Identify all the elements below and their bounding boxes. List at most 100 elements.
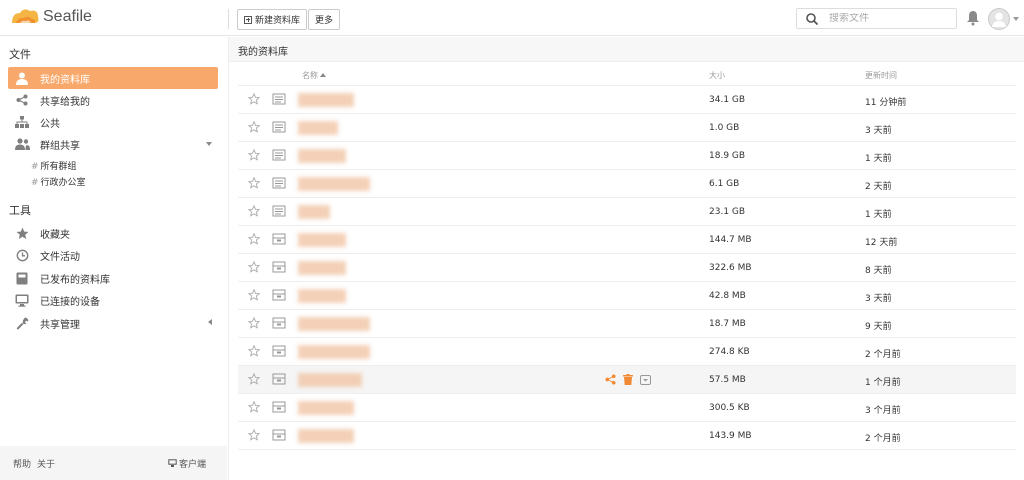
table-header: 名称 大小 更新时间: [238, 64, 1016, 86]
library-name[interactable]: [298, 429, 354, 443]
library-icon: [272, 317, 286, 329]
sidebar-item-shared-with-me[interactable]: 共享给我的: [8, 89, 218, 111]
table-row[interactable]: 143.9 MB 2 个月前: [238, 422, 1016, 450]
column-name-header[interactable]: 名称: [302, 70, 326, 81]
library-name[interactable]: [298, 149, 346, 163]
library-name[interactable]: [298, 317, 370, 331]
library-name[interactable]: [298, 177, 370, 191]
star-icon[interactable]: [248, 149, 260, 161]
about-link[interactable]: 关于: [37, 457, 55, 470]
group-icon: [14, 137, 30, 151]
row-operations: [605, 374, 658, 388]
monitor-icon: [14, 293, 30, 307]
client-link[interactable]: 客户端: [168, 457, 206, 470]
new-library-button[interactable]: 新建资料库: [237, 9, 308, 30]
chevron-down-icon[interactable]: [206, 142, 212, 146]
table-row[interactable]: 18.7 MB 9 天前: [238, 310, 1016, 338]
table-row[interactable]: 144.7 MB 12 天前: [238, 226, 1016, 254]
library-name[interactable]: [298, 261, 346, 275]
chevron-left-icon[interactable]: [208, 319, 212, 325]
table-row[interactable]: 6.1 GB 2 天前: [238, 170, 1016, 198]
more-button[interactable]: 更多: [308, 9, 341, 30]
table-row[interactable]: 34.1 GB 11 分钟前: [238, 86, 1016, 114]
table-row[interactable]: 1.0 GB 3 天前: [238, 114, 1016, 142]
table-row[interactable]: 300.5 KB 3 个月前: [238, 394, 1016, 422]
library-updated-time: 12 天前: [865, 238, 898, 248]
table-row[interactable]: 23.1 GB 1 天前: [238, 198, 1016, 226]
chevron-down-icon[interactable]: [1013, 17, 1019, 21]
sidebar-item-share-admin[interactable]: 共享管理: [8, 312, 218, 334]
share-icon[interactable]: [605, 374, 616, 388]
library-name[interactable]: [298, 205, 330, 219]
sidebar-item-favorites[interactable]: 收藏夹: [8, 222, 218, 244]
library-size: 144.7 MB: [709, 235, 752, 245]
avatar[interactable]: [988, 8, 1010, 30]
column-size-header[interactable]: 大小: [709, 70, 725, 81]
table-row[interactable]: 42.8 MB 3 天前: [238, 282, 1016, 310]
sidebar-item-linked-devices[interactable]: 已连接的设备: [8, 289, 218, 311]
new-library-label: 新建资料库: [255, 16, 301, 26]
tools-heading: 工具: [9, 204, 31, 217]
breadcrumb: 我的资料库: [229, 37, 1024, 62]
sidebar-item-label: 我的资料库: [40, 74, 90, 86]
sidebar-item-published-libraries[interactable]: 已发布的资料库: [8, 267, 218, 289]
column-time-header[interactable]: 更新时间: [865, 70, 897, 81]
table-row[interactable]: 18.9 GB 1 天前: [238, 142, 1016, 170]
search-box[interactable]: [796, 8, 957, 29]
table-row[interactable]: 274.8 KB 2 个月前: [238, 338, 1016, 366]
star-icon[interactable]: [248, 93, 260, 105]
trash-icon[interactable]: [623, 374, 633, 388]
star-icon[interactable]: [248, 205, 260, 217]
library-name[interactable]: [298, 93, 354, 107]
library-name[interactable]: [298, 233, 346, 247]
library-size: 23.1 GB: [709, 207, 746, 217]
library-name[interactable]: [298, 401, 354, 415]
library-name[interactable]: [298, 373, 362, 387]
sidebar-item-group-share[interactable]: 群组共享: [8, 133, 218, 155]
table-row[interactable]: 322.6 MB 8 天前: [238, 254, 1016, 282]
table-body: 34.1 GB 11 分钟前 1.0 GB 3 天前 18.9 GB 1 天前 6.1 GB…: [238, 86, 1016, 450]
library-updated-time: 9 天前: [865, 322, 892, 332]
library-updated-time: 1 个月前: [865, 378, 901, 388]
star-icon[interactable]: [248, 429, 260, 441]
history-icon: [14, 248, 30, 262]
library-updated-time: 2 个月前: [865, 350, 901, 360]
more-dropdown-icon[interactable]: [640, 374, 651, 388]
library-name[interactable]: [298, 121, 338, 135]
user-icon: [14, 71, 30, 85]
sidebar-subitem-admin-office[interactable]: # 行政办公室: [31, 175, 86, 188]
library-size: 18.7 MB: [709, 319, 746, 329]
star-icon[interactable]: [248, 177, 260, 189]
sidebar-subitem-all-groups[interactable]: # 所有群组: [31, 159, 77, 172]
star-icon[interactable]: [248, 261, 260, 273]
help-link[interactable]: 帮助: [13, 457, 31, 470]
library-icon: [272, 345, 286, 357]
library-icon: [272, 233, 286, 245]
hash-icon: #: [31, 162, 39, 172]
seafile-logo[interactable]: Seafile: [10, 7, 92, 27]
library-updated-time: 2 个月前: [865, 434, 901, 444]
main-panel: 我的资料库 名称 大小 更新时间 34.1 GB 11 分钟前 1.0 GB 3 天前…: [228, 37, 1024, 480]
search-input[interactable]: [829, 13, 949, 24]
header-divider: [228, 9, 229, 29]
table-row[interactable]: 57.5 MB 1 个月前: [238, 366, 1016, 394]
sidebar-item-file-activities[interactable]: 文件活动: [8, 244, 218, 266]
library-name[interactable]: [298, 289, 346, 303]
star-icon[interactable]: [248, 345, 260, 357]
sidebar-item-public[interactable]: 公共: [8, 111, 218, 133]
star-icon[interactable]: [248, 373, 260, 385]
search-icon: [806, 12, 819, 25]
bell-icon[interactable]: [966, 10, 980, 26]
star-icon[interactable]: [248, 233, 260, 245]
star-icon[interactable]: [248, 289, 260, 301]
star-icon[interactable]: [248, 317, 260, 329]
more-label: 更多: [315, 16, 334, 26]
library-icon: [272, 93, 286, 105]
library-name[interactable]: [298, 345, 370, 359]
star-icon[interactable]: [248, 121, 260, 133]
sidebar-item-label: 已发布的资料库: [40, 274, 110, 286]
sidebar-footer: 帮助 关于 客户端: [0, 446, 227, 480]
sidebar-item-my-libraries[interactable]: 我的资料库: [8, 67, 218, 89]
files-heading: 文件: [9, 48, 31, 61]
star-icon[interactable]: [248, 401, 260, 413]
